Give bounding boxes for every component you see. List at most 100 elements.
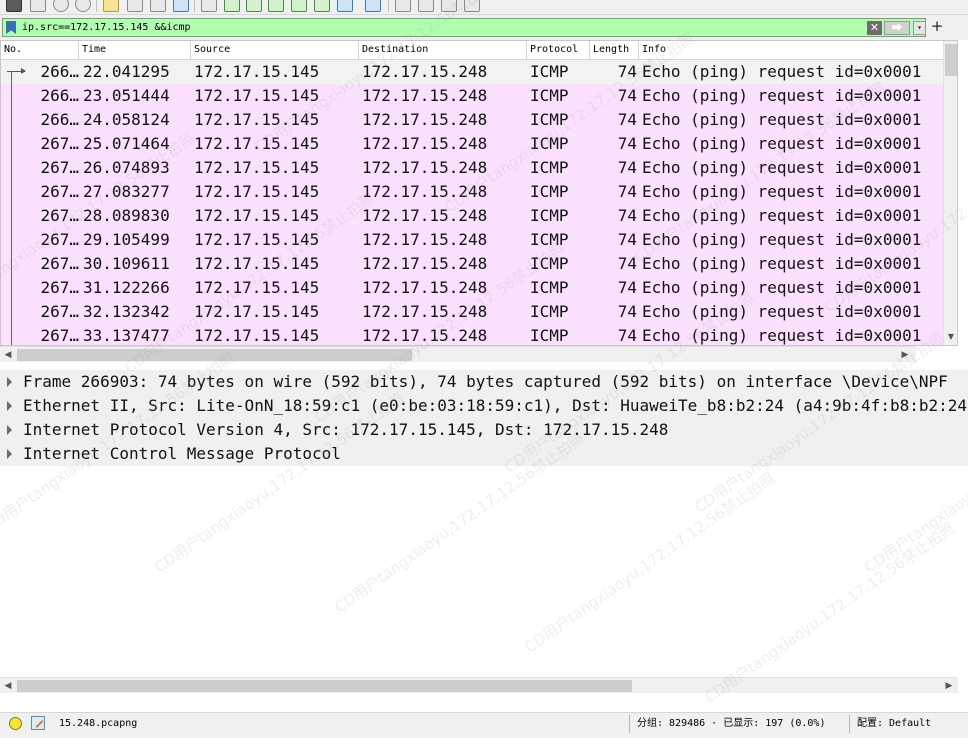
- go-forward-icon[interactable]: [246, 0, 262, 12]
- go-last-icon[interactable]: [314, 0, 330, 12]
- column-source[interactable]: Source: [191, 41, 359, 60]
- go-to-packet-icon[interactable]: [268, 0, 284, 12]
- save-file-icon[interactable]: [127, 0, 143, 12]
- column-info[interactable]: Info: [639, 41, 943, 60]
- packet-destination: 172.17.15.248: [362, 230, 488, 249]
- main-toolbar: [0, 0, 968, 15]
- packet-destination: 172.17.15.248: [362, 86, 488, 105]
- table-row[interactable]: 267… 27.083277 172.17.15.145 172.17.15.248 I…: [1, 180, 943, 204]
- add-filter-button[interactable]: +: [930, 17, 944, 36]
- packet-protocol: ICMP: [530, 86, 569, 105]
- table-row[interactable]: 266… 23.051444 172.17.15.145 172.17.15.248 I…: [1, 84, 943, 108]
- status-divider: [629, 715, 630, 733]
- column-length[interactable]: Length: [590, 41, 639, 60]
- reload-icon[interactable]: [173, 0, 189, 12]
- expand-arrow-icon[interactable]: [7, 425, 12, 435]
- go-back-icon[interactable]: [224, 0, 240, 12]
- close-file-icon[interactable]: [150, 0, 166, 12]
- table-row[interactable]: 266… 22.041295 172.17.15.145 172.17.15.248 I…: [1, 60, 943, 84]
- capture-options-icon[interactable]: [53, 0, 69, 12]
- packet-length: 74: [617, 302, 637, 321]
- packet-number: 266…: [40, 86, 79, 105]
- packet-length: 74: [617, 254, 637, 273]
- filter-bookmark-icon[interactable]: [6, 21, 16, 34]
- table-row[interactable]: 267… 29.105499 172.17.15.145 172.17.15.248 I…: [1, 228, 943, 252]
- scroll-down-icon[interactable]: ▼: [945, 331, 957, 343]
- detail-row-ethernet[interactable]: Ethernet II, Src: Lite-OnN_18:59:c1 (e0:…: [0, 394, 968, 418]
- detail-row-ipv4[interactable]: Internet Protocol Version 4, Src: 172.17…: [0, 418, 968, 442]
- scroll-left-icon[interactable]: ◀: [1, 348, 15, 362]
- display-filter-bar: ip.src==172.17.15.145 &&icmp ✕ ⮕ ▾ +: [0, 15, 968, 40]
- column-protocol[interactable]: Protocol: [527, 41, 590, 60]
- expand-arrow-icon[interactable]: [7, 377, 12, 387]
- packet-protocol: ICMP: [530, 230, 569, 249]
- table-row[interactable]: 267… 28.089830 172.17.15.145 172.17.15.248 I…: [1, 204, 943, 228]
- details-horizontal-scrollbar[interactable]: ◀ ▶: [0, 677, 958, 693]
- packet-destination: 172.17.15.248: [362, 110, 488, 129]
- zoom-out-icon[interactable]: [418, 0, 434, 12]
- packet-number: 267…: [40, 158, 79, 177]
- packet-protocol: ICMP: [530, 254, 569, 273]
- packet-protocol: ICMP: [530, 158, 569, 177]
- display-filter-input[interactable]: ip.src==172.17.15.145 &&icmp ✕ ⮕ ▾: [2, 18, 926, 37]
- zoom-in-icon[interactable]: [395, 0, 411, 12]
- packet-protocol: ICMP: [530, 278, 569, 297]
- autoscroll-icon[interactable]: [337, 0, 353, 12]
- go-first-icon[interactable]: [291, 0, 307, 12]
- status-divider: [849, 715, 850, 733]
- table-row[interactable]: 267… 30.109611 172.17.15.145 172.17.15.248 I…: [1, 252, 943, 276]
- column-no[interactable]: No.: [1, 41, 79, 60]
- zoom-normal-icon[interactable]: [441, 0, 457, 12]
- filter-history-dropdown-icon[interactable]: ▾: [913, 21, 926, 35]
- expand-arrow-icon[interactable]: [7, 401, 12, 411]
- restart-capture-icon[interactable]: [30, 0, 46, 12]
- packet-time: 31.122266: [83, 278, 170, 297]
- table-row[interactable]: 267… 26.074893 172.17.15.145 172.17.15.248 I…: [1, 156, 943, 180]
- settings-gear-icon[interactable]: [75, 0, 91, 12]
- packet-time: 26.074893: [83, 158, 170, 177]
- scroll-left-icon[interactable]: ◀: [1, 679, 15, 693]
- detail-row-icmp[interactable]: Internet Control Message Protocol: [0, 442, 968, 466]
- table-row[interactable]: 266… 24.058124 172.17.15.145 172.17.15.248 I…: [1, 108, 943, 132]
- detail-row-frame[interactable]: Frame 266903: 74 bytes on wire (592 bits…: [0, 370, 968, 394]
- vertical-scroll-thumb[interactable]: [945, 44, 957, 76]
- packet-info: Echo (ping) request id=0x0001: [642, 254, 922, 273]
- scroll-right-icon[interactable]: ▶: [898, 348, 912, 362]
- capture-comment-icon[interactable]: [31, 716, 45, 730]
- table-row[interactable]: 267… 25.071464 172.17.15.145 172.17.15.248 I…: [1, 132, 943, 156]
- table-row[interactable]: 267… 31.122266 172.17.15.145 172.17.15.248 I…: [1, 276, 943, 300]
- configuration-profile[interactable]: 配置: Default: [857, 717, 931, 731]
- table-row[interactable]: 267… 32.132342 172.17.15.145 172.17.15.248 I…: [1, 300, 943, 324]
- packet-info: Echo (ping) request id=0x0001: [642, 62, 922, 81]
- horizontal-scroll-thumb[interactable]: [17, 680, 632, 692]
- packet-protocol: ICMP: [530, 62, 569, 81]
- column-time[interactable]: Time: [79, 41, 191, 60]
- packet-protocol: ICMP: [530, 134, 569, 153]
- expert-info-indicator-icon[interactable]: [9, 717, 22, 730]
- packet-info: Echo (ping) request id=0x0001: [642, 326, 922, 345]
- find-packet-icon[interactable]: [201, 0, 217, 12]
- clear-filter-icon[interactable]: ✕: [867, 21, 882, 35]
- packet-length: 74: [617, 278, 637, 297]
- packet-protocol: ICMP: [530, 302, 569, 321]
- stop-capture-icon[interactable]: [6, 0, 22, 12]
- packet-info: Echo (ping) request id=0x0001: [642, 86, 922, 105]
- packet-protocol: ICMP: [530, 326, 569, 345]
- horizontal-scroll-thumb[interactable]: [17, 349, 412, 361]
- scroll-right-icon[interactable]: ▶: [942, 679, 956, 693]
- packet-length: 74: [617, 326, 637, 345]
- packet-number: 267…: [40, 206, 79, 225]
- resize-columns-icon[interactable]: [464, 0, 480, 12]
- packet-source: 172.17.15.145: [194, 158, 320, 177]
- table-row[interactable]: 267… 33.137477 172.17.15.145 172.17.15.248 I…: [1, 324, 943, 345]
- apply-filter-icon[interactable]: ⮕: [884, 21, 910, 35]
- filter-text: ip.src==172.17.15.145 &&icmp: [22, 22, 191, 33]
- packet-list-vertical-scrollbar[interactable]: ▼: [943, 41, 957, 345]
- packet-list-horizontal-scrollbar[interactable]: ◀ ▶: [0, 346, 916, 362]
- colorize-icon[interactable]: [365, 0, 381, 12]
- open-file-icon[interactable]: [103, 0, 119, 12]
- packet-length: 74: [617, 62, 637, 81]
- packet-length: 74: [617, 230, 637, 249]
- column-destination[interactable]: Destination: [359, 41, 527, 60]
- expand-arrow-icon[interactable]: [7, 449, 12, 459]
